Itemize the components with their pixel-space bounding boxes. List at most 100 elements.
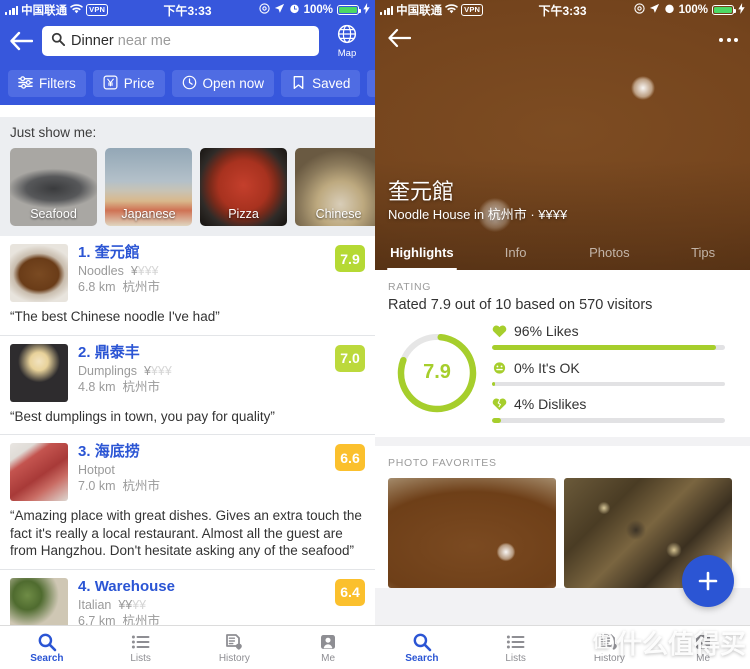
filter-pill-label: Saved xyxy=(312,76,351,91)
tab-lists[interactable]: Lists xyxy=(94,626,188,669)
result-distance-city: 6.7 km 杭州市 xyxy=(78,613,160,626)
status-bar: 中国联通 VPN 下午3:33 100% xyxy=(0,0,375,20)
search-results-body[interactable]: Just show me: Seafood Japanese Pizza Chi… xyxy=(0,117,375,625)
filter-pill-label: Filters xyxy=(39,76,76,91)
tab-search[interactable]: Search xyxy=(375,626,469,669)
category-label: Pizza xyxy=(228,207,259,221)
result-cuisine-price: Hotpot xyxy=(78,463,115,477)
search-icon xyxy=(413,633,432,651)
globe-icon xyxy=(337,24,357,48)
search-input[interactable]: Dinner near me xyxy=(42,26,319,56)
result-thumbnail[interactable] xyxy=(10,577,68,625)
tab-history[interactable]: History xyxy=(188,626,282,669)
neutral-face-icon xyxy=(493,361,506,374)
filter-pill-filters[interactable]: Filters xyxy=(8,70,86,97)
map-button[interactable]: Map xyxy=(327,24,367,59)
category-card-seafood[interactable]: Seafood xyxy=(10,148,97,226)
result-info: 3. 海底捞 Hotpot 7.0 km 杭州市 xyxy=(78,443,365,501)
heart-icon xyxy=(492,325,507,338)
result-thumbnail[interactable] xyxy=(10,343,68,402)
breakdown-head: 0% It's OK xyxy=(492,360,725,376)
breakdown-bar-fill xyxy=(492,345,716,350)
search-query-text: Dinner near me xyxy=(71,33,171,49)
breakdown-its-ok: 0% It's OK xyxy=(492,360,725,386)
dual-screenshot: 中国联通 VPN 下午3:33 100% Dinner near me Map … xyxy=(0,0,750,669)
result-top: 3. 海底捞 Hotpot 7.0 km 杭州市 xyxy=(10,443,365,501)
battery-icon xyxy=(337,4,362,16)
venue-detail-screen: 中国联通 VPN 下午3:33 100% 奎元館 Noodle House in… xyxy=(375,0,750,669)
location-arrow-icon xyxy=(649,3,660,17)
photo-thumbnail-1[interactable] xyxy=(388,477,556,588)
result-quote: “The best Chinese noodle I've had” xyxy=(10,309,220,324)
breakdown-label: 0% It's OK xyxy=(514,359,580,376)
tab-me[interactable]: Me xyxy=(281,626,375,669)
breakdown-label: 96% Likes xyxy=(514,323,579,339)
detail-tab-bar[interactable]: Highlights Info Photos Tips xyxy=(375,238,750,270)
filter-pill-saved[interactable]: Saved xyxy=(281,70,361,97)
result-row-1[interactable]: 1. 奎元館 Noodles ¥¥¥¥ 6.8 km 杭州市 “The best… xyxy=(0,236,375,336)
result-row-4[interactable]: 4. Warehouse Italian ¥¥¥¥ 6.7 km 杭州市 6.4 xyxy=(0,570,375,626)
rating-breakdown: 96% Likes 0% It's OK 4% Dislikes xyxy=(492,323,737,423)
result-row-2[interactable]: 2. 鼎泰丰 Dumplings ¥¥¥¥ 4.8 km 杭州市 “Best d… xyxy=(0,336,375,435)
detail-nav-bar xyxy=(375,22,750,58)
rating-summary: Rated 7.9 out of 10 based on 570 visitor… xyxy=(388,297,653,313)
list-icon xyxy=(506,635,525,648)
filter-pill-price[interactable]: Price xyxy=(92,70,165,97)
back-button[interactable] xyxy=(387,28,412,53)
rating-row: 7.9 96% Likes 0% It's OK 4% Dislikes xyxy=(388,323,737,423)
rating-ring: 7.9 xyxy=(395,331,479,415)
result-info: 1. 奎元館 Noodles ¥¥¥¥ 6.8 km 杭州市 xyxy=(78,244,365,302)
location-arrow-icon xyxy=(274,3,285,17)
tab-tips[interactable]: Tips xyxy=(656,238,750,270)
add-button[interactable] xyxy=(682,555,734,607)
tab-photos[interactable]: Photos xyxy=(563,238,657,270)
rating-ring-wrap: 7.9 xyxy=(388,331,486,415)
filter-pill-bar[interactable]: Filters Price Open now Saved xyxy=(0,64,375,105)
category-card-japanese[interactable]: Japanese xyxy=(105,148,192,226)
result-info: 2. 鼎泰丰 Dumplings ¥¥¥¥ 4.8 km 杭州市 xyxy=(78,344,365,402)
result-score-badge: 7.0 xyxy=(335,344,365,372)
category-card-pizza[interactable]: Pizza xyxy=(200,148,287,226)
back-button[interactable] xyxy=(8,28,34,54)
breakdown-dislikes: 4% Dislikes xyxy=(492,396,725,423)
rating-section-label: RATING xyxy=(388,281,432,293)
clock-icon xyxy=(182,75,197,93)
venue-subtitle: Noodle House in 杭州市 · ¥¥¥¥ xyxy=(388,207,568,222)
breakdown-label: 4% Dislikes xyxy=(514,396,587,412)
result-quote: “Amazing place with great dishes. Gives … xyxy=(10,508,362,558)
photo-favorites-label: PHOTO FAVORITES xyxy=(388,456,497,469)
tab-label: Search xyxy=(30,652,64,664)
battery-percent-label: 100% xyxy=(303,4,333,16)
category-label: Seafood xyxy=(30,207,77,221)
tab-highlights[interactable]: Highlights xyxy=(375,238,469,270)
status-bar: 中国联通 VPN 下午3:33 100% xyxy=(375,0,750,20)
result-top: 2. 鼎泰丰 Dumplings ¥¥¥¥ 4.8 km 杭州市 xyxy=(10,343,365,402)
search-row: Dinner near me Map xyxy=(8,24,367,59)
venue-header: 奎元館 Noodle House in 杭州市 · ¥¥¥¥ xyxy=(388,179,567,224)
map-button-label: Map xyxy=(337,47,357,59)
person-icon xyxy=(321,634,336,649)
tab-label: History xyxy=(218,652,250,664)
result-row-3[interactable]: 3. 海底捞 Hotpot 7.0 km 杭州市 “Amazing place … xyxy=(0,435,375,570)
more-dots-icon[interactable] xyxy=(719,38,738,42)
breakdown-bar-fill xyxy=(492,418,502,423)
tab-label: Lists xyxy=(130,652,151,664)
search-icon xyxy=(38,633,57,651)
filter-pill-open-now[interactable]: Open now xyxy=(171,70,275,97)
result-score-badge: 7.9 xyxy=(335,245,365,272)
tab-lists[interactable]: Lists xyxy=(469,626,563,669)
result-distance-city: 7.0 km 杭州市 xyxy=(78,479,160,493)
bottom-tab-bar[interactable]: Search Lists History Me xyxy=(0,625,375,669)
battery-percent-label: 100% xyxy=(678,4,708,16)
tab-info[interactable]: Info xyxy=(469,238,563,270)
tab-search[interactable]: Search xyxy=(0,626,94,669)
hero-photo[interactable]: 中国联通 VPN 下午3:33 100% 奎元館 Noodle House in… xyxy=(375,0,750,270)
filter-pill-more[interactable] xyxy=(367,70,375,97)
result-thumbnail[interactable] xyxy=(10,443,68,501)
category-carousel[interactable]: Seafood Japanese Pizza Chinese xyxy=(0,140,375,236)
category-card-chinese[interactable]: Chinese xyxy=(295,148,375,226)
result-cuisine-price: Dumplings ¥¥¥¥ xyxy=(78,363,172,378)
result-thumbnail[interactable] xyxy=(10,244,68,302)
search-header: Dinner near me Map xyxy=(0,20,375,64)
tab-label: Me xyxy=(321,652,336,664)
